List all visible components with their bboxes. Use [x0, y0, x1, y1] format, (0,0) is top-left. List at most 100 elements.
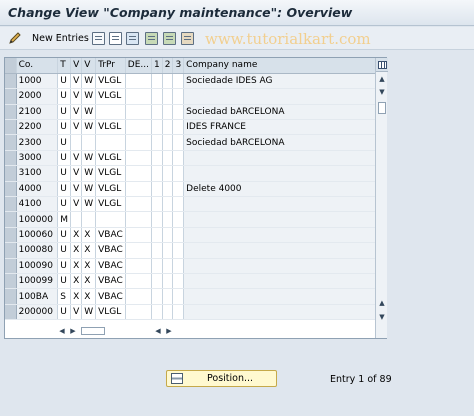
row-selector[interactable]	[5, 119, 17, 136]
table-row[interactable]: 200000 U V W VLGL	[5, 304, 386, 321]
scroll-left-icon[interactable]: ◀	[153, 325, 163, 337]
cell-company-name[interactable]: Delete 4000	[183, 181, 386, 198]
cell-t: U	[57, 73, 72, 90]
select-all-rows-cell[interactable]	[5, 58, 17, 74]
row-selector[interactable]	[5, 304, 17, 321]
row-selector[interactable]	[5, 242, 17, 259]
col-header-v1[interactable]: V	[70, 58, 83, 74]
scroll-right-icon[interactable]: ▶	[68, 325, 78, 337]
watermark-text: www.tutorialkart.com	[205, 30, 371, 48]
pencil-icon[interactable]	[8, 31, 22, 45]
cell-3	[172, 304, 185, 321]
select-all-button[interactable]	[145, 30, 158, 46]
cell-company-code: 100BA	[16, 288, 59, 305]
position-icon	[171, 373, 183, 384]
table-row[interactable]: 1000 U V W VLGL Sociedade IDES AG	[5, 73, 386, 90]
cell-2	[162, 211, 174, 228]
col-header-1[interactable]: 1	[151, 58, 163, 74]
cell-company-name[interactable]	[183, 304, 386, 321]
undo-button[interactable]	[126, 30, 139, 46]
col-header-t[interactable]: T	[57, 58, 72, 74]
scroll-thumb[interactable]	[378, 102, 386, 114]
scroll-down-step-icon[interactable]: ▼	[377, 87, 387, 97]
table-row[interactable]: 100060 U X X VBAC	[5, 227, 386, 244]
cell-company-name[interactable]	[183, 288, 386, 305]
row-selector[interactable]	[5, 165, 17, 182]
position-button[interactable]: Position...	[166, 370, 277, 387]
scroll-right-icon[interactable]: ▶	[164, 325, 174, 337]
scroll-left-icon[interactable]: ◀	[57, 325, 67, 337]
col-header-v2[interactable]: V	[81, 58, 97, 74]
col-header-trpr[interactable]: TrPr	[95, 58, 126, 74]
cell-company-code: 100000	[16, 211, 59, 228]
cell-company-name[interactable]	[183, 227, 386, 244]
table-row[interactable]: 100080 U X X VBAC	[5, 242, 386, 259]
cell-v2: W	[81, 304, 97, 321]
key-columns-hscroll[interactable]: ◀ ▶	[57, 325, 117, 337]
cell-company-name[interactable]: IDES FRANCE	[183, 119, 386, 136]
row-selector[interactable]	[5, 258, 17, 274]
copy-button[interactable]	[92, 30, 105, 46]
cell-company-name[interactable]: Sociedad bARCELONA	[183, 104, 386, 121]
scroll-up-step-icon[interactable]: ▲	[377, 298, 387, 308]
row-selector[interactable]	[5, 134, 17, 151]
col-header-company-name[interactable]: Company name	[183, 58, 386, 74]
col-header-2[interactable]: 2	[162, 58, 174, 74]
hscroll-track[interactable]	[81, 327, 105, 335]
data-columns-hscroll[interactable]: ◀ ▶	[153, 325, 375, 337]
row-selector[interactable]	[5, 181, 17, 198]
deselect-all-button[interactable]	[181, 30, 194, 46]
cell-company-name[interactable]	[183, 88, 386, 105]
cell-company-name[interactable]	[183, 196, 386, 213]
row-selector[interactable]	[5, 273, 17, 290]
delete-button[interactable]	[109, 30, 122, 46]
table-row[interactable]: 2300 U Sociedad bARCELONA	[5, 134, 386, 151]
new-entries-button[interactable]: New Entries	[32, 33, 89, 44]
cell-v1: X	[70, 288, 83, 305]
table-row[interactable]: 3000 U V W VLGL	[5, 150, 386, 167]
col-header-3[interactable]: 3	[172, 58, 185, 74]
row-selector[interactable]	[5, 196, 17, 213]
cell-company-name[interactable]	[183, 258, 386, 274]
table-row[interactable]: 3100 U V W VLGL	[5, 165, 386, 182]
cell-company-name[interactable]	[183, 273, 386, 290]
cell-company-name[interactable]: Sociedad bARCELONA	[183, 134, 386, 151]
cell-2	[162, 196, 174, 213]
table-row[interactable]: 2200 U V W VLGL IDES FRANCE	[5, 119, 386, 136]
table-row[interactable]: 4100 U V W VLGL	[5, 196, 386, 213]
scroll-up-icon[interactable]: ▲	[377, 74, 387, 84]
cell-company-name[interactable]	[183, 150, 386, 167]
row-selector[interactable]	[5, 73, 17, 90]
table-row[interactable]: 4000 U V W VLGL Delete 4000	[5, 181, 386, 198]
cell-2	[162, 258, 174, 274]
cell-company-name[interactable]	[183, 211, 386, 228]
table-row[interactable]: 100BA S X X VBAC	[5, 288, 386, 305]
cell-company-name[interactable]	[183, 165, 386, 182]
col-header-company-code[interactable]: Co.	[16, 58, 59, 74]
column-settings-button[interactable]	[376, 58, 388, 72]
cell-v2	[81, 134, 97, 151]
cell-company-name[interactable]: Sociedade IDES AG	[183, 73, 386, 90]
data-table: Co. T V V TrPr DE... 1 2 3 Company name …	[5, 58, 386, 321]
row-selector[interactable]	[5, 104, 17, 121]
cell-3	[172, 165, 185, 182]
row-selector[interactable]	[5, 211, 17, 228]
cell-v2	[81, 211, 97, 228]
select-block-button[interactable]	[163, 30, 176, 46]
table-row[interactable]: 2000 U V W VLGL	[5, 88, 386, 105]
cell-v2: W	[81, 196, 97, 213]
cell-de	[125, 73, 152, 90]
row-selector[interactable]	[5, 288, 17, 305]
table-row[interactable]: 100099 U X X VBAC	[5, 273, 386, 290]
col-header-de[interactable]: DE...	[125, 58, 152, 74]
row-selector[interactable]	[5, 227, 17, 244]
row-selector[interactable]	[5, 150, 17, 167]
table-row[interactable]: 100000 M	[5, 211, 386, 228]
vertical-scrollbar[interactable]: ▲ ▼ ▲ ▼	[375, 58, 388, 338]
row-selector[interactable]	[5, 88, 17, 105]
scroll-down-icon[interactable]: ▼	[377, 312, 387, 322]
cell-company-name[interactable]	[183, 242, 386, 259]
cell-company-code: 200000	[16, 304, 59, 321]
table-row[interactable]: 100090 U X X VBAC	[5, 258, 386, 274]
table-row[interactable]: 2100 U V W Sociedad bARCELONA	[5, 104, 386, 121]
